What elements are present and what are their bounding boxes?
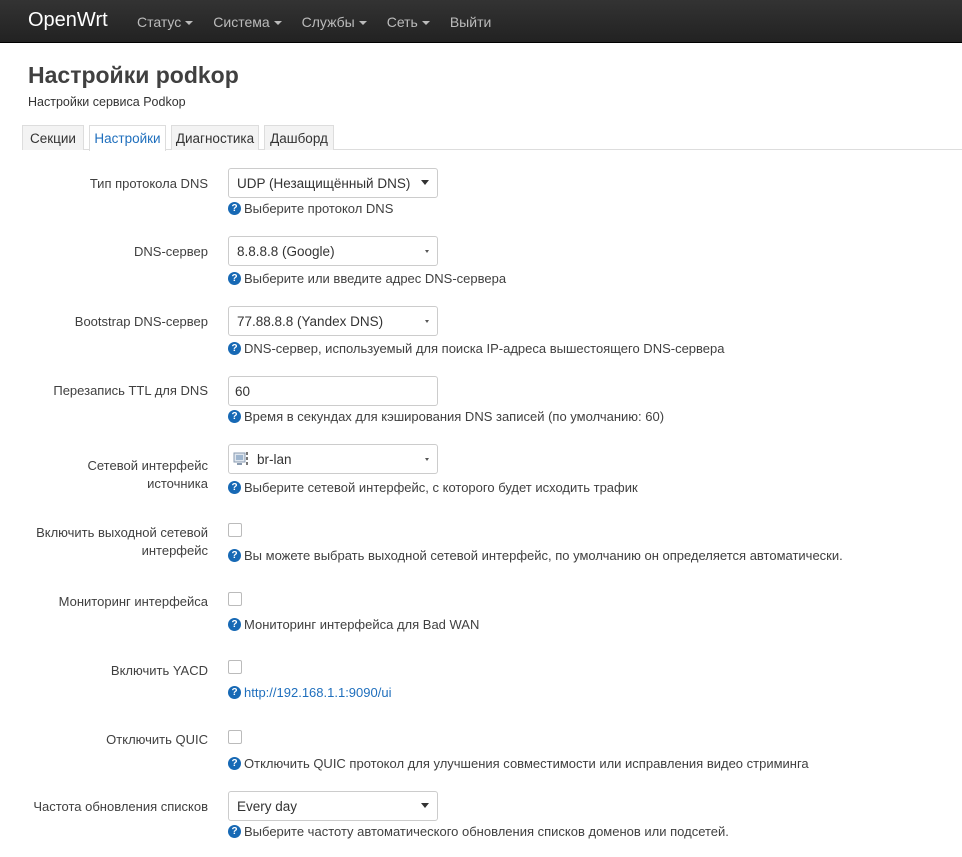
bootstrap-dns-help: ? DNS-сервер, используемый для поиска IP-… bbox=[228, 341, 725, 356]
monitoring-help-text: Мониторинг интерфейса для Bad WAN bbox=[244, 617, 480, 632]
update-freq-help: ? Выберите частоту автоматического обновл… bbox=[228, 824, 729, 839]
monitoring-checkbox[interactable] bbox=[228, 592, 242, 606]
chevron-down-icon bbox=[358, 21, 367, 25]
brand-logo[interactable]: OpenWrt bbox=[28, 9, 108, 32]
yacd-link[interactable]: http://192.168.1.1:9090/ui bbox=[244, 685, 391, 700]
bootstrap-dns-label: Bootstrap DNS-сервер bbox=[74, 314, 208, 329]
quic-help: ? Отключить QUIC протокол для улучшения с… bbox=[228, 756, 809, 771]
source-iface-help-text: Выберите сетевой интерфейс, с которого б… bbox=[244, 480, 638, 495]
help-icon: ? bbox=[228, 825, 241, 838]
tab-dashboard[interactable]: Дашборд bbox=[264, 125, 334, 150]
chevron-down-icon bbox=[425, 320, 429, 323]
out-iface-checkbox[interactable] bbox=[228, 523, 242, 537]
dns-protocol-select[interactable]: UDP (Незащищённый DNS) bbox=[228, 168, 438, 198]
menu-status[interactable]: Статус bbox=[137, 14, 194, 30]
dns-protocol-value: UDP (Незащищённый DNS) bbox=[237, 175, 411, 191]
source-iface-value: br-lan bbox=[257, 451, 292, 467]
help-icon: ? bbox=[228, 202, 241, 215]
out-iface-label: Включить выходной сетевой интерфейс bbox=[36, 524, 208, 560]
dns-protocol-help-text: Выберите протокол DNS bbox=[244, 201, 394, 216]
source-iface-help: ? Выберите сетевой интерфейс, с которого … bbox=[228, 480, 638, 495]
dns-server-help: ? Выберите или введите адрес DNS-сервера bbox=[228, 271, 506, 286]
help-icon: ? bbox=[228, 618, 241, 631]
chevron-down-icon bbox=[421, 180, 429, 185]
main-menu: Статус Система Службы Сеть Выйти bbox=[137, 14, 511, 30]
chevron-down-icon bbox=[273, 21, 282, 25]
dns-server-help-text: Выберите или введите адрес DNS-сервера bbox=[244, 271, 507, 286]
top-navbar: OpenWrt Статус Система Службы Сеть Выйти bbox=[0, 0, 962, 43]
yacd-help: ? http://192.168.1.1:9090/ui bbox=[228, 685, 391, 700]
page-description: Настройки сервиса Podkop bbox=[28, 95, 186, 109]
ttl-help: ? Время в секундах для кэширования DNS за… bbox=[228, 409, 664, 424]
chevron-down-icon bbox=[425, 250, 429, 253]
source-iface-label-line1: Сетевой интерфейс bbox=[87, 458, 209, 473]
dns-server-label: DNS-сервер bbox=[134, 244, 208, 259]
menu-system[interactable]: Система bbox=[213, 14, 282, 30]
out-iface-help: ? Вы можете выбрать выходной сетевой инте… bbox=[228, 548, 843, 563]
update-freq-value: Every day bbox=[237, 798, 298, 814]
ttl-input[interactable] bbox=[228, 376, 438, 406]
menu-services[interactable]: Службы bbox=[302, 14, 367, 30]
tab-bar: Секции Настройки Диагностика Дашборд bbox=[22, 125, 962, 151]
help-icon: ? bbox=[228, 481, 241, 494]
tab-diagnostics[interactable]: Диагностика bbox=[171, 125, 259, 150]
tab-sections[interactable]: Секции bbox=[22, 125, 84, 150]
bootstrap-dns-value: 77.88.8.8 (Yandex DNS) bbox=[237, 313, 384, 329]
monitoring-help: ? Мониторинг интерфейса для Bad WAN bbox=[228, 617, 479, 632]
chevron-down-icon bbox=[185, 21, 194, 25]
ttl-help-text: Время в секундах для кэширования DNS зап… bbox=[244, 409, 665, 424]
source-iface-label-line2: источника bbox=[147, 476, 208, 491]
ttl-label: Перезапись TTL для DNS bbox=[53, 383, 208, 398]
chevron-down-icon bbox=[425, 458, 429, 461]
out-iface-label-line2: интерфейс bbox=[141, 543, 208, 558]
help-icon: ? bbox=[228, 757, 241, 770]
update-freq-label: Частота обновления списков bbox=[33, 799, 208, 814]
chevron-down-icon bbox=[421, 21, 430, 25]
out-iface-help-text: Вы можете выбрать выходной сетевой интер… bbox=[244, 548, 843, 563]
menu-logout[interactable]: Выйти bbox=[450, 14, 491, 30]
menu-services-label: Службы bbox=[301, 14, 355, 30]
source-iface-label: Сетевой интерфейс источника bbox=[88, 457, 209, 493]
dns-protocol-help: ? Выберите протокол DNS bbox=[228, 201, 393, 216]
help-icon: ? bbox=[228, 342, 241, 355]
dns-server-value: 8.8.8.8 (Google) bbox=[237, 243, 335, 259]
yacd-label: Включить YACD bbox=[110, 663, 208, 678]
menu-logout-label: Выйти bbox=[449, 14, 492, 30]
menu-status-label: Статус bbox=[137, 14, 182, 30]
monitoring-label: Мониторинг интерфейса bbox=[58, 594, 208, 609]
out-iface-label-line1: Включить выходной сетевой bbox=[36, 525, 208, 540]
network-interface-icon bbox=[233, 450, 253, 468]
bootstrap-dns-help-text: DNS-сервер, используемый для поиска IP-а… bbox=[244, 341, 725, 356]
update-freq-help-text: Выберите частоту автоматического обновле… bbox=[244, 824, 729, 839]
help-icon: ? bbox=[228, 272, 241, 285]
yacd-checkbox[interactable] bbox=[228, 660, 242, 674]
menu-network[interactable]: Сеть bbox=[387, 14, 430, 30]
bootstrap-dns-select[interactable]: 77.88.8.8 (Yandex DNS) bbox=[228, 306, 438, 336]
page-title: Настройки podkop bbox=[28, 62, 239, 88]
quic-checkbox[interactable] bbox=[228, 730, 242, 744]
help-icon: ? bbox=[228, 686, 241, 699]
menu-system-label: Система bbox=[213, 14, 270, 30]
quic-label: Отключить QUIC bbox=[106, 732, 208, 747]
dns-server-select[interactable]: 8.8.8.8 (Google) bbox=[228, 236, 438, 266]
update-freq-select[interactable]: Every day bbox=[228, 791, 438, 821]
chevron-down-icon bbox=[421, 803, 429, 808]
help-icon: ? bbox=[228, 549, 241, 562]
source-iface-select[interactable]: br-lan bbox=[228, 444, 438, 474]
quic-help-text: Отключить QUIC протокол для улучшения со… bbox=[244, 756, 809, 771]
dns-protocol-label: Тип протокола DNS bbox=[89, 176, 208, 191]
tab-settings[interactable]: Настройки bbox=[89, 125, 166, 151]
help-icon: ? bbox=[228, 410, 241, 423]
menu-network-label: Сеть bbox=[386, 14, 418, 30]
